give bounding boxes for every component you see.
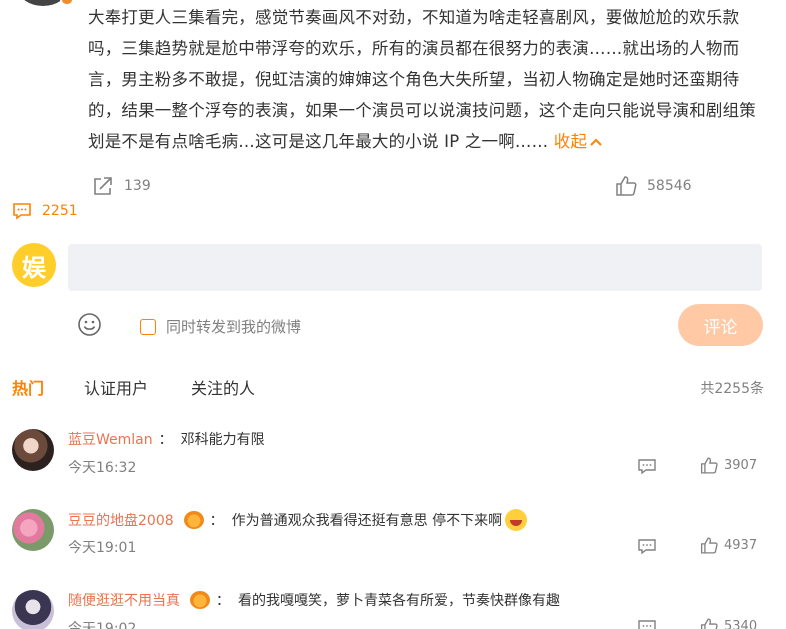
comment-like-count: 4937 <box>724 538 758 553</box>
comment-text: 邓科能力有限 <box>180 432 265 448</box>
comment-line: 随便逛逛不用当真 ： 看的我嘎嘎笑，萝卜青菜各有所爱，节奏快群像有趣 <box>68 590 560 610</box>
commenter-name[interactable]: 随便逛逛不用当真 <box>68 590 180 610</box>
total-comment-count: 共2255条 <box>700 381 764 397</box>
post-body: 大奉打更人三集看完，感觉节奏画风不对劲，不知道为啥走轻喜剧风，要做尬尬的欢乐款吗… <box>88 8 756 151</box>
laughing-emoji-icon <box>505 509 528 531</box>
tab-hot[interactable]: 热门 <box>12 375 44 399</box>
comment-like-button[interactable]: 5340 <box>700 618 757 629</box>
thumbs-up-icon <box>700 457 718 474</box>
post-text: 大奉打更人三集看完，感觉节奏画风不对劲，不知道为啥走轻喜剧风，要做尬尬的欢乐款吗… <box>88 2 758 157</box>
commenter-avatar[interactable] <box>12 590 54 629</box>
collapse-link[interactable]: 收起 <box>554 132 602 151</box>
comment-time: 今天19:01 <box>68 540 137 556</box>
comment-like-button[interactable]: 3907 <box>700 457 757 474</box>
repost-option[interactable]: 同时转发到我的微博 <box>140 316 301 337</box>
vip-badge-icon <box>183 511 204 529</box>
my-avatar: 娱 <box>12 243 56 287</box>
comment-line: 豆豆的地盘2008 ： 作为普通观众我看得还挺有意思 停不下来啊 <box>68 509 528 531</box>
emoji-icon[interactable] <box>77 312 102 337</box>
comment-icon <box>13 203 31 220</box>
submit-comment-button[interactable]: 评论 <box>678 304 763 346</box>
tab-verified-users[interactable]: 认证用户 <box>84 375 148 399</box>
comment-line: 蓝豆Wemlan ： 邓科能力有限 <box>68 429 265 449</box>
comment-item: 豆豆的地盘2008 ： 作为普通观众我看得还挺有意思 停不下来啊 今天19:01… <box>12 509 764 579</box>
comment-text: 看的我嘎嘎笑，萝卜青菜各有所爱，节奏快群像有趣 <box>238 593 560 609</box>
commenter-name[interactable]: 蓝豆Wemlan <box>68 429 153 449</box>
comment-time: 今天16:32 <box>68 460 137 476</box>
post-actions: 139 2251 58546 <box>0 176 786 220</box>
comment-tabs: 热门 认证用户 关注的人 共2255条 <box>12 375 764 399</box>
like-count: 58546 <box>647 178 692 194</box>
commenter-avatar[interactable] <box>12 509 54 551</box>
repost-checkbox[interactable] <box>140 318 156 335</box>
repost-label: 同时转发到我的微博 <box>166 318 302 336</box>
comment-input[interactable] <box>68 244 762 291</box>
commenter-avatar[interactable] <box>12 429 54 471</box>
comment-like-button[interactable]: 4937 <box>700 537 757 554</box>
comment-item: 蓝豆Wemlan ： 邓科能力有限 今天16:32 3907 <box>12 429 764 499</box>
comment-text: 作为普通观众我看得还挺有意思 停不下来啊 <box>231 513 503 529</box>
commenter-name[interactable]: 豆豆的地盘2008 <box>68 510 174 530</box>
comment-item: 随便逛逛不用当真 ： 看的我嘎嘎笑，萝卜青菜各有所爱，节奏快群像有趣 今天19:… <box>12 590 764 629</box>
reply-icon[interactable] <box>637 619 657 629</box>
comment-like-count: 3907 <box>724 458 758 473</box>
comment-like-count: 5340 <box>724 619 758 629</box>
vip-badge-icon <box>190 591 210 609</box>
comment-time: 今天19:02 <box>68 621 137 629</box>
chevron-up-icon <box>590 138 602 146</box>
comment-count: 2251 <box>42 203 78 219</box>
like-button[interactable]: 58546 <box>615 176 692 196</box>
tab-following[interactable]: 关注的人 <box>191 375 255 399</box>
thumbs-up-icon <box>700 618 718 629</box>
reply-icon[interactable] <box>637 538 657 555</box>
thumbs-up-icon <box>616 176 637 196</box>
verified-badge-icon <box>60 0 74 6</box>
thumbs-up-icon <box>700 537 718 554</box>
reply-icon[interactable] <box>637 458 657 475</box>
